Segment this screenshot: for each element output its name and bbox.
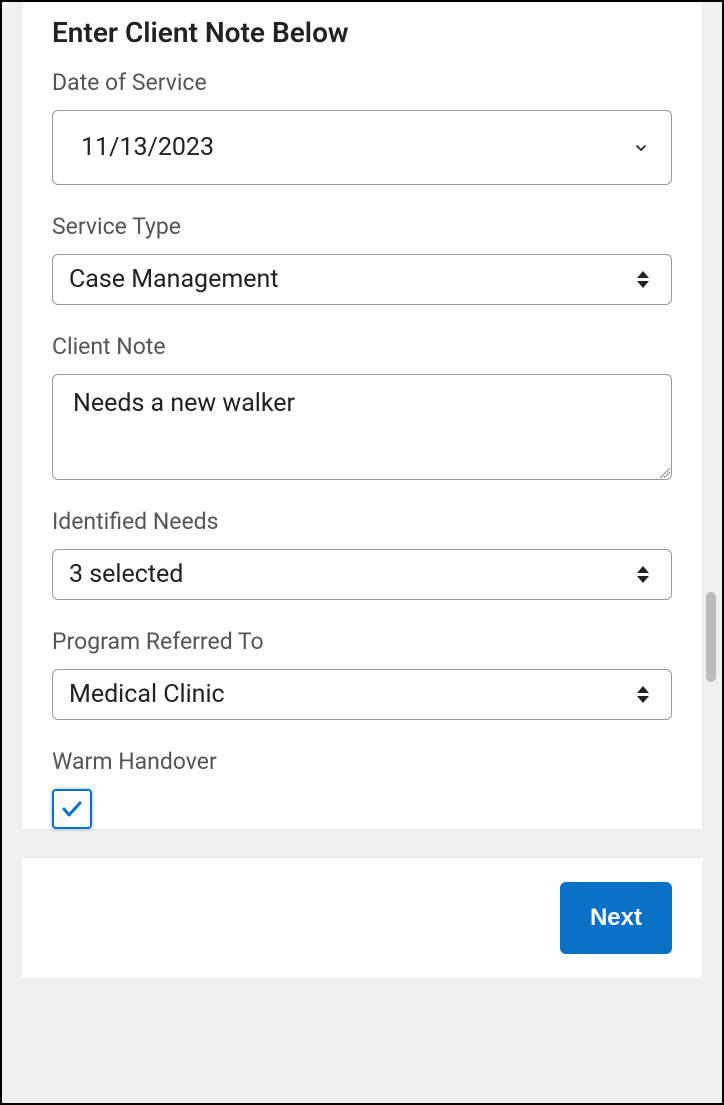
- stepper-icon: [637, 566, 655, 583]
- service-type-value: Case Management: [69, 265, 279, 294]
- warm-handover-checkbox[interactable]: [52, 789, 92, 829]
- stepper-icon: [637, 686, 655, 703]
- date-value: 11/13/2023: [81, 133, 214, 162]
- field-warm-handover: Warm Handover: [52, 748, 672, 829]
- next-button[interactable]: Next: [560, 882, 672, 954]
- field-client-note: Client Note Needs a new walker: [52, 333, 672, 480]
- form-footer: Next: [22, 857, 702, 978]
- checkmark-icon: [60, 797, 84, 821]
- caret-up-icon: [637, 271, 649, 278]
- label-client-note: Client Note: [52, 333, 672, 360]
- field-program-referred-to: Program Referred To Medical Clinic: [52, 628, 672, 720]
- identified-needs-select[interactable]: 3 selected: [52, 549, 672, 600]
- field-identified-needs: Identified Needs 3 selected: [52, 508, 672, 600]
- caret-down-icon: [637, 576, 649, 583]
- label-identified-needs: Identified Needs: [52, 508, 672, 535]
- program-referred-to-select[interactable]: Medical Clinic: [52, 669, 672, 720]
- caret-down-icon: [637, 696, 649, 703]
- form-card: Enter Client Note Below Date of Service …: [22, 2, 702, 829]
- client-note-textarea[interactable]: Needs a new walker: [52, 374, 672, 480]
- service-type-select[interactable]: Case Management: [52, 254, 672, 305]
- stepper-icon: [637, 271, 655, 288]
- caret-down-icon: [637, 281, 649, 288]
- page-title: Enter Client Note Below: [52, 2, 672, 69]
- caret-up-icon: [637, 686, 649, 693]
- chevron-down-icon: [633, 140, 649, 156]
- label-service-type: Service Type: [52, 213, 672, 240]
- client-note-value: Needs a new walker: [73, 389, 295, 418]
- identified-needs-value: 3 selected: [69, 560, 183, 589]
- date-of-service-input[interactable]: 11/13/2023: [52, 110, 672, 185]
- program-referred-to-value: Medical Clinic: [69, 680, 225, 709]
- caret-up-icon: [637, 566, 649, 573]
- label-program-referred-to: Program Referred To: [52, 628, 672, 655]
- label-warm-handover: Warm Handover: [52, 748, 672, 775]
- label-date-of-service: Date of Service: [52, 69, 672, 96]
- field-service-type: Service Type Case Management: [52, 213, 672, 305]
- resize-handle-icon[interactable]: [660, 468, 670, 478]
- field-date-of-service: Date of Service 11/13/2023: [52, 69, 672, 185]
- scrollbar-thumb[interactable]: [706, 592, 716, 682]
